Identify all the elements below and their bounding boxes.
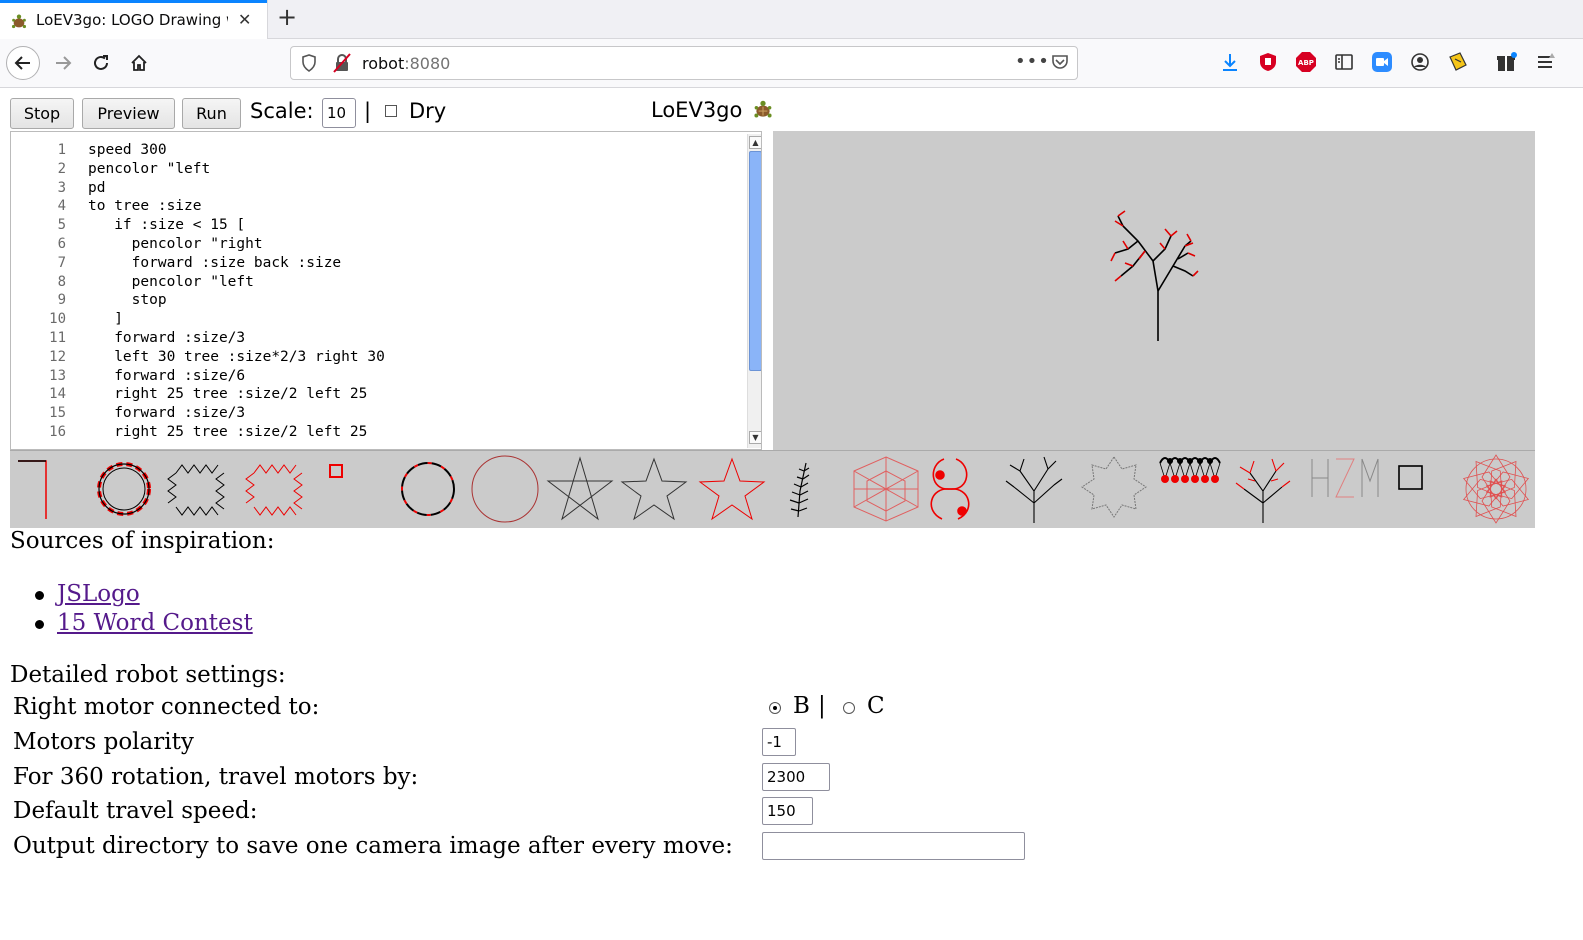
home-icon[interactable] (122, 46, 156, 80)
gallery-item-line[interactable] (18, 460, 47, 519)
insecure-lock-icon[interactable] (333, 53, 351, 73)
turtle-logo-icon (754, 100, 772, 118)
shield-icon[interactable] (301, 54, 317, 72)
line-numbers: 1 2 3 4 5 6 7 8 9 10 11 12 13 14 15 16 (49, 142, 66, 440)
speed-label: Default travel speed: (13, 798, 258, 824)
rotation-label: For 360 rotation, travel motors by: (13, 764, 419, 790)
svg-text:ABP: ABP (1298, 59, 1314, 67)
code-text[interactable]: speed 300 pencolor "left pd to tree :siz… (88, 141, 385, 442)
rotation-input[interactable] (762, 763, 830, 791)
gallery-item-small-square[interactable] (329, 464, 343, 478)
gallery-item-pentagram[interactable] (546, 456, 614, 521)
browser-tab-bar: LoEV3go: LOGO Drawing w ✕ + (0, 0, 1583, 39)
gallery-item-tree[interactable] (1005, 456, 1063, 523)
turtle-icon (11, 14, 27, 29)
gallery-item-red-rosette[interactable] (1459, 453, 1532, 524)
code-editor[interactable]: 1 2 3 4 5 6 7 8 9 10 11 12 13 14 15 16 s… (10, 131, 762, 450)
menu-icon[interactable] (1534, 51, 1556, 73)
run-button[interactable]: Run (182, 98, 241, 129)
gallery-item-bead-ring[interactable] (97, 462, 151, 516)
adblock-plus-icon[interactable]: ABP (1295, 51, 1317, 73)
gallery-item-loops-row[interactable] (1159, 457, 1221, 483)
right-motor-label: Right motor connected to: (13, 694, 320, 720)
gallery-item-zigzag-square-red[interactable] (245, 464, 303, 516)
list-item: JSLogo (28, 581, 253, 610)
speed-input[interactable] (762, 797, 813, 825)
new-tab-icon[interactable]: + (277, 3, 297, 31)
motor-c-radio[interactable] (843, 702, 855, 714)
browser-nav-bar: robot:8080 ••• ABP (0, 39, 1583, 88)
scale-input[interactable] (322, 98, 356, 128)
output-dir-label: Output directory to save one camera imag… (13, 833, 733, 859)
gallery-item-star-red[interactable] (698, 457, 766, 521)
motor-b-label: B (793, 693, 810, 719)
address-bar[interactable]: robot:8080 ••• (290, 46, 1078, 80)
15-word-contest-link[interactable]: 15 Word Contest (57, 610, 253, 636)
gallery-item-star-outline[interactable] (620, 457, 688, 521)
pocket-icon[interactable] (1051, 53, 1069, 71)
polarity-label: Motors polarity (13, 729, 194, 755)
extensions-gift-icon[interactable] (1496, 51, 1518, 73)
gallery-item-spiral-pair[interactable] (930, 458, 970, 520)
editor-scrollbar[interactable]: ▲ ▼ (747, 134, 761, 448)
output-dir-input[interactable] (762, 832, 1025, 860)
gallery-item-polygon-rosette[interactable] (853, 456, 919, 522)
scroll-down-icon[interactable]: ▼ (749, 431, 761, 444)
gallery-item-fern[interactable] (789, 462, 810, 518)
dry-run-checkbox[interactable] (385, 105, 397, 117)
app-title: LoEV3go (651, 98, 743, 122)
list-item: 15 Word Contest (28, 610, 253, 639)
dry-run-label: Dry (409, 99, 447, 123)
browser-tab[interactable]: LoEV3go: LOGO Drawing w ✕ (0, 0, 267, 39)
screenshot-tool-icon[interactable] (1447, 51, 1469, 73)
scale-label: Scale: (250, 99, 314, 123)
scroll-up-icon[interactable]: ▲ (749, 136, 761, 149)
download-icon[interactable] (1219, 51, 1241, 73)
settings-heading: Detailed robot settings: (10, 662, 286, 688)
jslogo-link[interactable]: JSLogo (57, 581, 140, 607)
scroll-thumb[interactable] (749, 151, 761, 371)
motor-b-radio[interactable] (769, 702, 781, 714)
gallery-item-letters-hzm[interactable] (1311, 458, 1379, 498)
zoom-meeting-icon[interactable] (1371, 51, 1393, 73)
gallery-item-circle[interactable] (471, 455, 539, 523)
gallery-item-zigzag-square[interactable] (167, 464, 225, 516)
ublock-icon[interactable] (1257, 51, 1279, 73)
motor-c-label: C (867, 693, 885, 719)
polarity-input[interactable] (762, 728, 796, 756)
back-icon[interactable] (6, 46, 40, 80)
toolbar-separator: | (364, 99, 372, 123)
account-icon[interactable] (1409, 51, 1431, 73)
gallery-item-dashed-circle[interactable] (401, 462, 455, 516)
page-actions-icon[interactable]: ••• (1015, 51, 1050, 72)
url-text[interactable]: robot:8080 (362, 54, 450, 73)
tab-title: LoEV3go: LOGO Drawing w (36, 11, 228, 29)
preview-button[interactable]: Preview (82, 98, 175, 129)
forward-icon[interactable] (46, 46, 80, 80)
gallery-item-tree-color[interactable] (1235, 458, 1291, 523)
inspiration-heading: Sources of inspiration: (10, 528, 275, 554)
reload-icon[interactable] (84, 46, 118, 80)
close-tab-icon[interactable]: ✕ (238, 10, 251, 29)
gallery-item-square[interactable] (1398, 465, 1423, 490)
motor-separator: | (818, 693, 826, 719)
reader-sidebar-icon[interactable] (1333, 51, 1355, 73)
gallery-item-snowflake[interactable] (1081, 456, 1147, 518)
inspiration-list: JSLogo 15 Word Contest (28, 581, 253, 639)
drawing-canvas[interactable] (773, 131, 1535, 450)
tree-drawing (1110, 210, 1199, 341)
example-gallery (10, 450, 1535, 528)
stop-button[interactable]: Stop (10, 98, 74, 129)
